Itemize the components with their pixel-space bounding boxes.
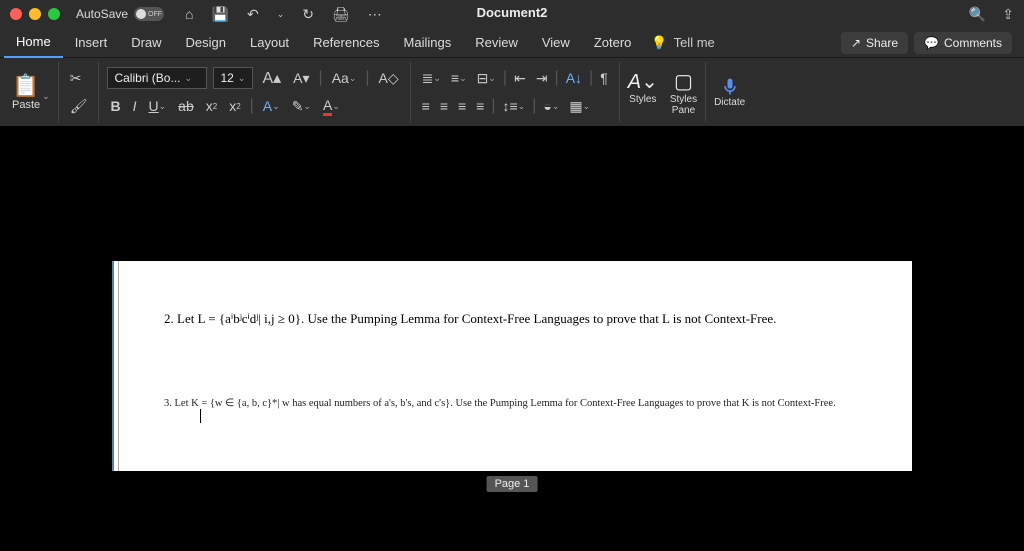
comment-icon: 💬 bbox=[924, 36, 939, 50]
search-icon[interactable]: 🔍 bbox=[969, 6, 986, 23]
cut-icon[interactable]: ✂ bbox=[67, 67, 91, 89]
bullets-icon[interactable]: ≣ ⌄ bbox=[419, 67, 444, 89]
paste-more[interactable]: ⌄ bbox=[42, 91, 50, 102]
change-case-icon[interactable]: Aa ⌄ bbox=[329, 67, 360, 89]
question-2-text[interactable]: 2. Let L = {aⁱbʲcⁱdʲ| i,j ≥ 0}. Use the … bbox=[164, 311, 872, 327]
indent-icon[interactable]: ⇥ bbox=[533, 67, 551, 89]
clear-format-icon[interactable]: A◇ bbox=[376, 67, 402, 89]
dictate-group: Dictate bbox=[706, 62, 753, 122]
numbering-icon[interactable]: ≡ ⌄ bbox=[448, 67, 470, 89]
titlebar: AutoSave OFF ⌂ 💾 ↶ ⌄ ↻ 🖨 ⋯ Document2 🔍 ⇪ bbox=[0, 0, 1024, 28]
page-number-badge: Page 1 bbox=[487, 476, 538, 492]
strikethrough-button[interactable]: ab bbox=[175, 95, 197, 117]
outdent-icon[interactable]: ⇤ bbox=[511, 67, 529, 89]
undo-icon[interactable]: ↶ bbox=[244, 3, 262, 25]
share-icon: ↗ bbox=[851, 36, 861, 50]
minimize-window[interactable] bbox=[29, 8, 41, 20]
align-center-icon[interactable]: ≡ bbox=[437, 95, 451, 117]
font-group: Calibri (Bo...⌄ 12⌄ A▴ A▾ | Aa ⌄ | A◇ B … bbox=[99, 62, 410, 122]
maximize-window[interactable] bbox=[48, 8, 60, 20]
font-family-dropdown[interactable]: Calibri (Bo...⌄ bbox=[107, 67, 207, 89]
document-canvas[interactable]: 2. Let L = {aⁱbʲcⁱdʲ| i,j ≥ 0}. Use the … bbox=[0, 126, 1024, 551]
page-margin-indicator bbox=[112, 261, 114, 471]
more-icon[interactable]: ⋯ bbox=[365, 3, 385, 25]
italic-button[interactable]: I bbox=[130, 95, 140, 117]
comments-button[interactable]: 💬Comments bbox=[914, 32, 1012, 54]
tab-layout[interactable]: Layout bbox=[238, 28, 301, 58]
close-window[interactable] bbox=[10, 8, 22, 20]
page-edge bbox=[118, 261, 119, 471]
home-icon[interactable]: ⌂ bbox=[182, 3, 196, 25]
print-icon[interactable]: 🖨 bbox=[329, 3, 353, 25]
bold-button[interactable]: B bbox=[107, 95, 123, 117]
align-right-icon[interactable]: ≡ bbox=[455, 95, 469, 117]
subscript-button[interactable]: x2 bbox=[203, 95, 220, 117]
tab-references[interactable]: References bbox=[301, 28, 391, 58]
tab-zotero[interactable]: Zotero bbox=[582, 28, 644, 58]
mic-icon bbox=[720, 77, 740, 97]
align-left-icon[interactable]: ≡ bbox=[419, 95, 433, 117]
page[interactable]: 2. Let L = {aⁱbʲcⁱdʲ| i,j ≥ 0}. Use the … bbox=[112, 261, 912, 471]
format-painter-icon[interactable]: 🖌 bbox=[67, 95, 91, 117]
text-effects-icon[interactable]: A ⌄ bbox=[260, 95, 283, 117]
shrink-font-icon[interactable]: A▾ bbox=[290, 67, 312, 89]
shading-icon[interactable]: ◒ ⌄ bbox=[540, 95, 562, 117]
multilevel-icon[interactable]: ⊟ ⌄ bbox=[474, 67, 499, 89]
styles-group: A⌄ Styles ▢ Styles Pane bbox=[620, 62, 706, 122]
text-cursor bbox=[200, 409, 201, 423]
autosave-label: AutoSave bbox=[76, 7, 128, 21]
dictate-button[interactable]: Dictate bbox=[714, 77, 745, 108]
sort-icon[interactable]: A↓ bbox=[563, 67, 585, 89]
bulb-icon: 💡 bbox=[651, 35, 667, 51]
styles-pane-button[interactable]: ▢ Styles Pane bbox=[670, 69, 697, 116]
tab-mailings[interactable]: Mailings bbox=[392, 28, 464, 58]
tab-view[interactable]: View bbox=[530, 28, 582, 58]
tab-design[interactable]: Design bbox=[174, 28, 238, 58]
line-spacing-icon[interactable]: ↕≡ ⌄ bbox=[499, 95, 528, 117]
clipboard-mini-group: ✂ 🖌 bbox=[59, 62, 100, 122]
font-size-dropdown[interactable]: 12⌄ bbox=[213, 67, 253, 89]
autosave-toggle[interactable]: AutoSave OFF bbox=[76, 7, 164, 21]
highlight-icon[interactable]: ✎ ⌄ bbox=[289, 95, 314, 117]
tab-review[interactable]: Review bbox=[463, 28, 530, 58]
ribbon: 📋 Paste ⌄ ✂ 🖌 Calibri (Bo...⌄ 12⌄ A▴ A▾ … bbox=[0, 58, 1024, 126]
share-button[interactable]: ↗Share bbox=[841, 32, 908, 54]
quick-access: ⌂ 💾 ↶ ⌄ ↻ 🖨 ⋯ bbox=[182, 3, 385, 25]
styles-pane-icon: ▢ bbox=[674, 69, 693, 94]
borders-icon[interactable]: ▦ ⌄ bbox=[566, 95, 593, 117]
paragraph-group: ≣ ⌄ ≡ ⌄ ⊟ ⌄ | ⇤ ⇥ | A↓ | ¶ ≡ ≡ ≡ ≡ | ↕≡ … bbox=[411, 62, 620, 122]
undo-more-icon[interactable]: ⌄ bbox=[274, 3, 288, 25]
tab-draw[interactable]: Draw bbox=[119, 28, 173, 58]
paragraph-marks-icon[interactable]: ¶ bbox=[597, 67, 611, 89]
justify-icon[interactable]: ≡ bbox=[473, 95, 487, 117]
document-title: Document2 bbox=[477, 5, 548, 20]
font-color-icon[interactable]: A ⌄ bbox=[320, 95, 343, 117]
tab-insert[interactable]: Insert bbox=[63, 28, 120, 58]
paste-icon[interactable]: 📋 bbox=[12, 73, 39, 99]
grow-font-icon[interactable]: A▴ bbox=[259, 67, 284, 89]
paste-label: Paste bbox=[12, 99, 40, 111]
question-3-text[interactable]: 3. Let K = {w ∈ {a, b, c}*| w has equal … bbox=[164, 397, 872, 409]
styles-icon: A⌄ bbox=[628, 69, 658, 94]
autosave-pill[interactable]: OFF bbox=[134, 7, 164, 21]
save-icon[interactable]: 💾 bbox=[209, 3, 232, 25]
tellme-search[interactable]: 💡 Tell me bbox=[651, 35, 714, 51]
window-controls bbox=[10, 8, 60, 20]
superscript-button[interactable]: x2 bbox=[226, 95, 243, 117]
styles-button[interactable]: A⌄ Styles bbox=[628, 69, 658, 116]
tab-home[interactable]: Home bbox=[4, 28, 63, 58]
redo-icon[interactable]: ↻ bbox=[299, 3, 317, 25]
ribbon-tabs: Home Insert Draw Design Layout Reference… bbox=[0, 28, 1024, 58]
clipboard-group: 📋 Paste ⌄ bbox=[4, 62, 59, 122]
underline-button[interactable]: U ⌄ bbox=[145, 95, 169, 117]
collab-icon[interactable]: ⇪ bbox=[1002, 6, 1014, 23]
